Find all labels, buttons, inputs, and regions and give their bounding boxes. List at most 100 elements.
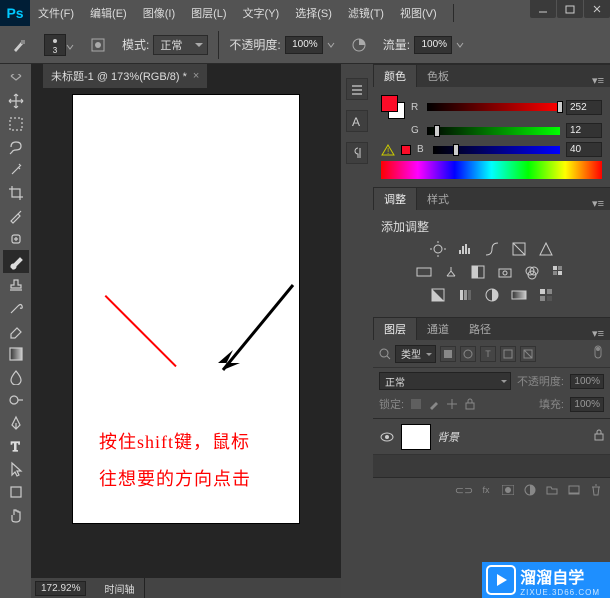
filter-toggle[interactable] [592, 344, 604, 363]
menu-type[interactable]: 文字(Y) [235, 0, 288, 26]
dodge-tool[interactable] [3, 388, 29, 411]
gradientmap-icon[interactable] [510, 286, 528, 304]
tab-paths[interactable]: 路径 [459, 318, 501, 340]
posterize-icon[interactable] [456, 286, 474, 304]
hue-icon[interactable] [415, 263, 433, 281]
curves-icon[interactable] [483, 240, 501, 258]
filter-kind-select[interactable]: 类型 [395, 345, 436, 363]
filter-pixel-icon[interactable] [440, 346, 456, 362]
invert-icon[interactable] [429, 286, 447, 304]
brightness-icon[interactable] [429, 240, 447, 258]
color-ramp[interactable] [381, 161, 602, 179]
mask-icon[interactable] [500, 482, 516, 498]
blend-mode-select[interactable]: 正常 [153, 35, 208, 55]
vibrance-icon[interactable] [537, 240, 555, 258]
fgbg-swatch[interactable] [381, 95, 405, 119]
close-tab-icon[interactable]: × [193, 70, 199, 82]
blur-tool[interactable] [3, 365, 29, 388]
gamut-warning-icon[interactable]: ! [381, 144, 395, 156]
eraser-tool[interactable] [3, 319, 29, 342]
flow-input[interactable]: 100% [414, 36, 452, 54]
brush-panel-toggle-icon[interactable] [84, 31, 112, 59]
pen-tool[interactable] [3, 411, 29, 434]
layer-blend-select[interactable]: 正常 [379, 372, 511, 390]
opacity-input[interactable]: 100% [285, 36, 323, 54]
b-slider[interactable] [433, 146, 560, 154]
group-icon[interactable] [544, 482, 560, 498]
minimize-button[interactable] [530, 0, 556, 18]
lock-paint-icon[interactable] [428, 398, 440, 410]
layer-opacity-input[interactable]: 100% [570, 374, 604, 389]
tab-channels[interactable]: 通道 [417, 318, 459, 340]
exposure-icon[interactable] [510, 240, 528, 258]
tab-adjustments[interactable]: 调整 [373, 187, 417, 210]
filter-shape-icon[interactable] [500, 346, 516, 362]
stamp-tool[interactable] [3, 273, 29, 296]
move-tool[interactable] [3, 89, 29, 112]
character-panel-icon[interactable]: A [346, 110, 368, 132]
wand-tool[interactable] [3, 158, 29, 181]
brush-tool[interactable] [3, 250, 29, 273]
menu-image[interactable]: 图像(I) [135, 0, 183, 26]
maximize-button[interactable] [557, 0, 583, 18]
closest-color-swatch[interactable] [401, 145, 411, 155]
panel-menu-icon[interactable]: ▾≡ [586, 197, 610, 210]
menu-edit[interactable]: 编辑(E) [82, 0, 135, 26]
eyedropper-tool[interactable] [3, 204, 29, 227]
filter-type-icon[interactable]: T [480, 346, 496, 362]
filter-smart-icon[interactable] [520, 346, 536, 362]
colorbalance-icon[interactable] [442, 263, 460, 281]
close-button[interactable] [584, 0, 610, 18]
fill-input[interactable]: 100% [570, 397, 604, 412]
menu-filter[interactable]: 滤镜(T) [340, 0, 392, 26]
r-value[interactable]: 252 [566, 100, 602, 115]
brush-preset-picker[interactable]: 3 [44, 34, 74, 56]
photofilter-icon[interactable] [496, 263, 514, 281]
layer-thumbnail[interactable] [401, 424, 431, 450]
tool-preset-icon[interactable] [6, 31, 34, 59]
menu-layer[interactable]: 图层(L) [183, 0, 234, 26]
selective-color-icon[interactable] [537, 286, 555, 304]
document-tab[interactable]: 未标题-1 @ 173%(RGB/8) * × [43, 64, 207, 88]
layer-name[interactable]: 背景 [437, 429, 588, 445]
collapse-icon[interactable] [3, 66, 29, 89]
tab-swatches[interactable]: 色板 [417, 65, 459, 87]
path-select-tool[interactable] [3, 457, 29, 480]
hand-tool[interactable] [3, 503, 29, 526]
menu-view[interactable]: 视图(V) [392, 0, 445, 26]
new-layer-icon[interactable] [566, 482, 582, 498]
r-slider[interactable] [427, 103, 560, 111]
g-slider[interactable] [427, 127, 560, 135]
link-layers-icon[interactable]: ⊂⊃ [456, 482, 472, 498]
fg-color-swatch[interactable] [381, 95, 398, 112]
menu-file[interactable]: 文件(F) [30, 0, 82, 26]
zoom-input[interactable]: 172.92% [35, 581, 86, 596]
chevron-down-icon[interactable] [456, 36, 464, 54]
gradient-tool[interactable] [3, 342, 29, 365]
tab-color[interactable]: 颜色 [373, 64, 417, 87]
visibility-icon[interactable] [379, 432, 395, 442]
fx-icon[interactable]: fx [478, 482, 494, 498]
history-brush-tool[interactable] [3, 296, 29, 319]
lock-all-icon[interactable] [464, 398, 476, 410]
bw-icon[interactable] [469, 263, 487, 281]
shape-tool[interactable] [3, 480, 29, 503]
b-value[interactable]: 40 [566, 142, 602, 157]
adjustment-layer-icon[interactable] [522, 482, 538, 498]
lasso-tool[interactable] [3, 135, 29, 158]
lock-position-icon[interactable] [446, 398, 458, 410]
type-tool[interactable]: T [3, 434, 29, 457]
marquee-tool[interactable] [3, 112, 29, 135]
pressure-opacity-icon[interactable] [345, 31, 373, 59]
colorlookup-icon[interactable] [550, 263, 568, 281]
layer-row[interactable]: 背景 [373, 419, 610, 455]
panel-menu-icon[interactable]: ▾≡ [586, 327, 610, 340]
search-icon[interactable] [379, 348, 391, 360]
tab-layers[interactable]: 图层 [373, 317, 417, 340]
paragraph-panel-icon[interactable] [346, 142, 368, 164]
panel-menu-icon[interactable]: ▾≡ [586, 74, 610, 87]
timeline-tab[interactable]: 时间轴 [94, 578, 145, 598]
threshold-icon[interactable] [483, 286, 501, 304]
chevron-down-icon[interactable] [327, 36, 335, 54]
g-value[interactable]: 12 [566, 123, 602, 138]
